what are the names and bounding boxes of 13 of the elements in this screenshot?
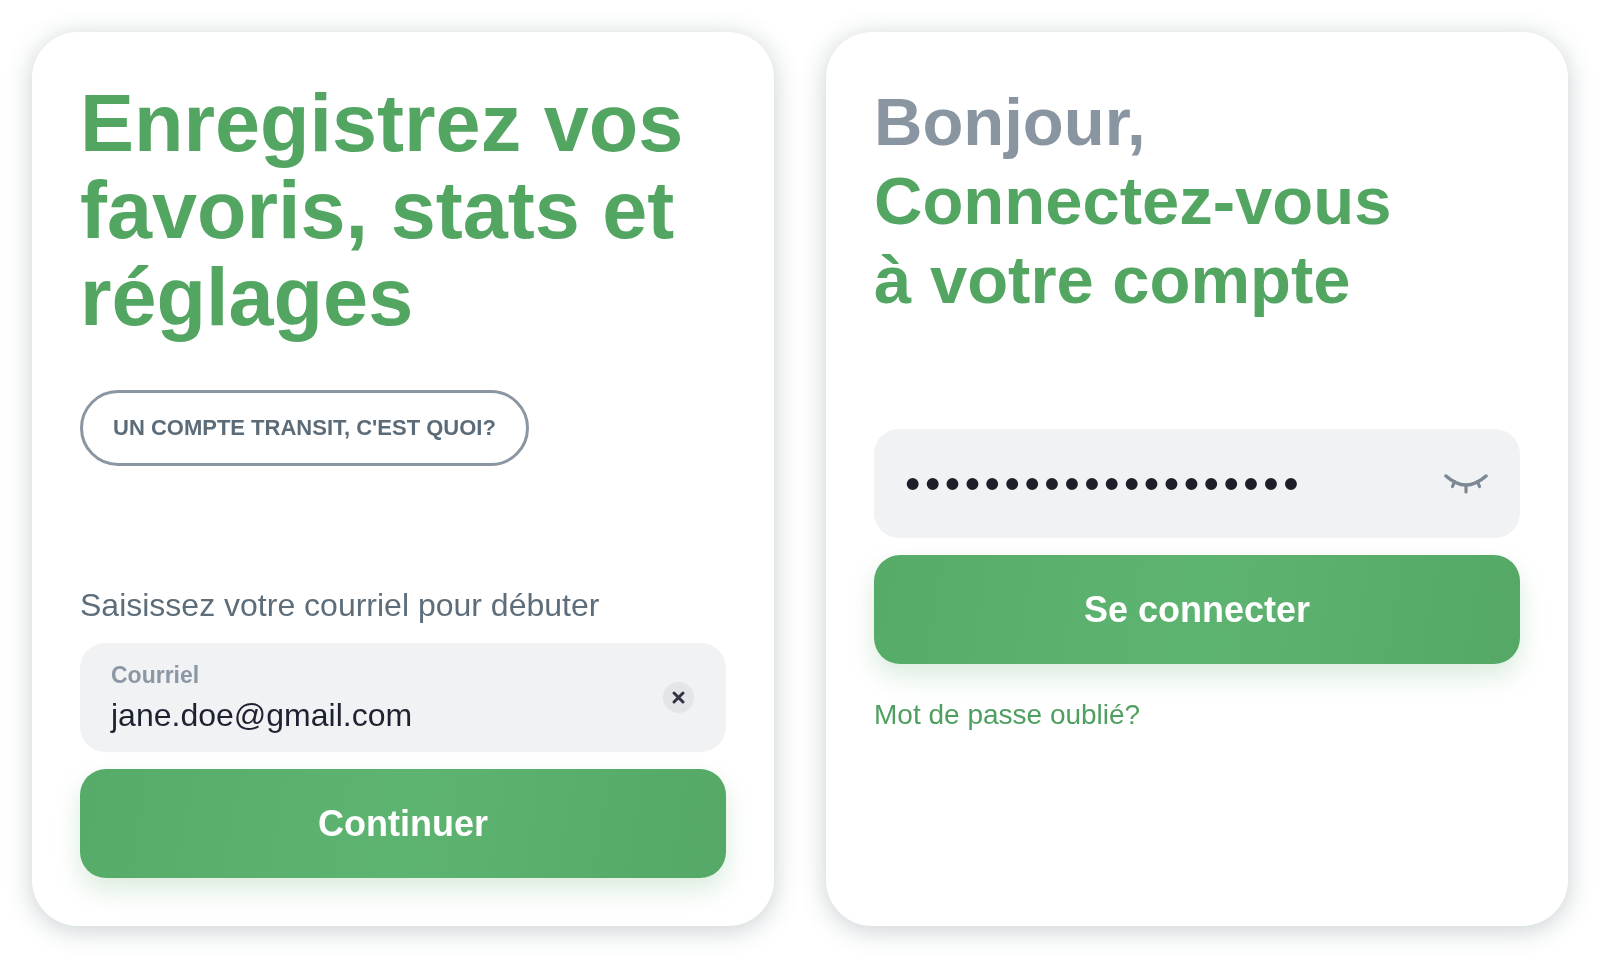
field-label: Courriel — [111, 662, 200, 688]
forgot-password-link[interactable]: Mot de passe oublié? — [874, 699, 1141, 731]
email-value: jane.doe@gmail.com — [111, 697, 413, 733]
login-heading: Connectez-vous à votre compte — [874, 162, 1393, 319]
closed-eye-icon[interactable] — [1444, 473, 1488, 494]
password-dots: •••••••••••••••••••• — [905, 463, 1304, 504]
password-field[interactable]: •••••••••••••••••••• — [874, 429, 1520, 538]
email-prompt: Saisissez votre courriel pour débuter — [80, 586, 601, 624]
info-button[interactable]: UN COMPTE TRANSIT, C'EST QUOI? — [80, 390, 529, 466]
greeting-heading: Bonjour, — [874, 83, 1147, 161]
signup-heading: Enregistrez vos favoris, stats et réglages — [80, 80, 685, 341]
email-field[interactable]: Courriel jane.doe@gmail.com — [80, 643, 726, 752]
clear-icon[interactable] — [663, 682, 694, 713]
